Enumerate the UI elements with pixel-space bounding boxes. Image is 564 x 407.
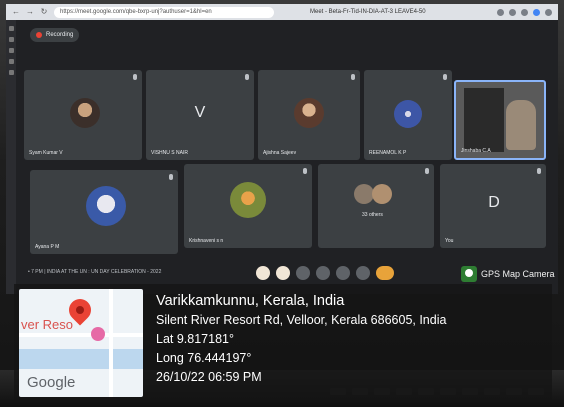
gps-brand-text: GPS Map Camera	[481, 269, 555, 279]
mic-off-icon	[425, 168, 429, 174]
participant-name: Krishnaveni s n	[189, 238, 224, 244]
longitude: Long 76.444197°	[156, 351, 252, 365]
mic-off-icon	[443, 74, 447, 80]
latitude: Lat 9.817181°	[156, 332, 234, 346]
tab-title[interactable]: Meet - Beta-Fr-Tid-IN-DIA-AT-3 LEAVE4-50	[310, 9, 426, 15]
gps-brand: GPS Map Camera	[461, 266, 555, 282]
poi-icon	[91, 327, 105, 341]
map-thumbnail[interactable]: ver Reso Google	[19, 289, 143, 397]
participant-tile[interactable]: REENAMOL K P	[364, 70, 452, 160]
present-icon[interactable]	[316, 266, 330, 280]
mic-icon[interactable]	[256, 266, 270, 280]
participant-tile[interactable]: Ajishna Sajeev	[258, 70, 360, 160]
participant-name: Jinshaba C.A	[461, 148, 491, 154]
participant-tile[interactable]: Syam Kumar V	[24, 70, 142, 160]
map-water	[19, 349, 143, 369]
avatar	[294, 98, 324, 128]
reload-icon[interactable]: ↻	[40, 8, 48, 16]
mic-off-icon	[133, 74, 137, 80]
extension-icon[interactable]	[521, 8, 528, 16]
rail-icon[interactable]	[8, 48, 14, 53]
participant-tile-self[interactable]: D You	[440, 164, 546, 248]
forward-icon[interactable]: →	[26, 8, 34, 16]
captions-icon[interactable]	[296, 266, 310, 280]
map-place-label: ver Reso	[21, 317, 74, 332]
avatar-letter: V	[194, 104, 206, 121]
mic-off-icon	[169, 174, 173, 180]
mic-off-icon	[537, 168, 541, 174]
avatar-letter: D	[488, 194, 500, 211]
rail-icon[interactable]	[8, 70, 14, 75]
recording-label: Recording	[46, 32, 74, 38]
address-bar[interactable]: https://meet.google.com/qbe-bxrp-unj?aut…	[54, 6, 274, 18]
participant-name: Ajishna Sajeev	[263, 150, 297, 156]
participant-name: Syam Kumar V	[29, 150, 63, 156]
profile-icon[interactable]	[533, 8, 540, 16]
google-logo: Google	[27, 374, 76, 391]
menu-icon[interactable]	[545, 8, 552, 16]
participant-name: You	[445, 238, 454, 244]
more-options-icon[interactable]	[356, 266, 370, 280]
others-count: 33 others	[362, 212, 383, 218]
participant-name: VISHNU S NAIR	[151, 150, 188, 156]
participant-name: Ayana P M	[35, 244, 60, 250]
meeting-title: • 7 PM | INDIA AT THE UN : UN DAY CELEBR…	[28, 269, 162, 275]
location-address: Silent River Resort Rd, Velloor, Kerala …	[156, 313, 447, 327]
mic-off-icon	[351, 74, 355, 80]
participant-tile[interactable]: V VISHNU S NAIR	[146, 70, 254, 160]
browser-toolbar: ← → ↻ https://meet.google.com/qbe-bxrp-u…	[6, 4, 558, 20]
participant-tile[interactable]: Krishnaveni s n	[184, 164, 312, 248]
avatar	[394, 100, 422, 128]
map-road	[19, 333, 143, 337]
extension-icons	[497, 8, 552, 16]
leave-call-icon[interactable]	[376, 266, 394, 280]
photo-frame: ← → ↻ https://meet.google.com/qbe-bxrp-u…	[0, 0, 564, 407]
location-name: Varikkamkunnu, Kerala, India	[156, 293, 345, 309]
avatar	[354, 184, 374, 204]
participant-name: REENAMOL K P	[369, 150, 407, 156]
laptop-screen: ← → ↻ https://meet.google.com/qbe-bxrp-u…	[6, 4, 558, 294]
avatar	[70, 98, 100, 128]
avatar	[372, 184, 392, 204]
recording-badge: Recording	[30, 28, 80, 42]
raise-hand-icon[interactable]	[336, 266, 350, 280]
rail-icon[interactable]	[8, 37, 14, 42]
rail-icon[interactable]	[8, 26, 14, 31]
datetime: 26/10/22 06:59 PM	[156, 370, 262, 384]
video-person	[506, 100, 536, 150]
avatar	[86, 186, 126, 226]
mic-off-icon	[245, 74, 249, 80]
call-controls	[256, 266, 394, 280]
extension-icon[interactable]	[509, 8, 516, 16]
video-background	[464, 88, 504, 152]
location-info: Varikkamkunnu, Kerala, India Silent Rive…	[156, 291, 446, 387]
back-icon[interactable]: ←	[12, 8, 20, 16]
camera-icon[interactable]	[276, 266, 290, 280]
participant-tile-speaking[interactable]: Jinshaba C.A	[454, 80, 546, 160]
record-dot-icon	[36, 32, 42, 38]
left-rail	[6, 20, 16, 294]
participant-tile[interactable]: Ayana P M	[30, 170, 178, 254]
mic-off-icon	[303, 168, 307, 174]
avatar	[230, 182, 266, 218]
rail-icon[interactable]	[8, 59, 14, 64]
map-road	[109, 289, 113, 397]
extension-icon[interactable]	[497, 8, 504, 16]
gps-camera-logo-icon	[461, 266, 477, 282]
participant-tile[interactable]: 33 others	[318, 164, 434, 248]
